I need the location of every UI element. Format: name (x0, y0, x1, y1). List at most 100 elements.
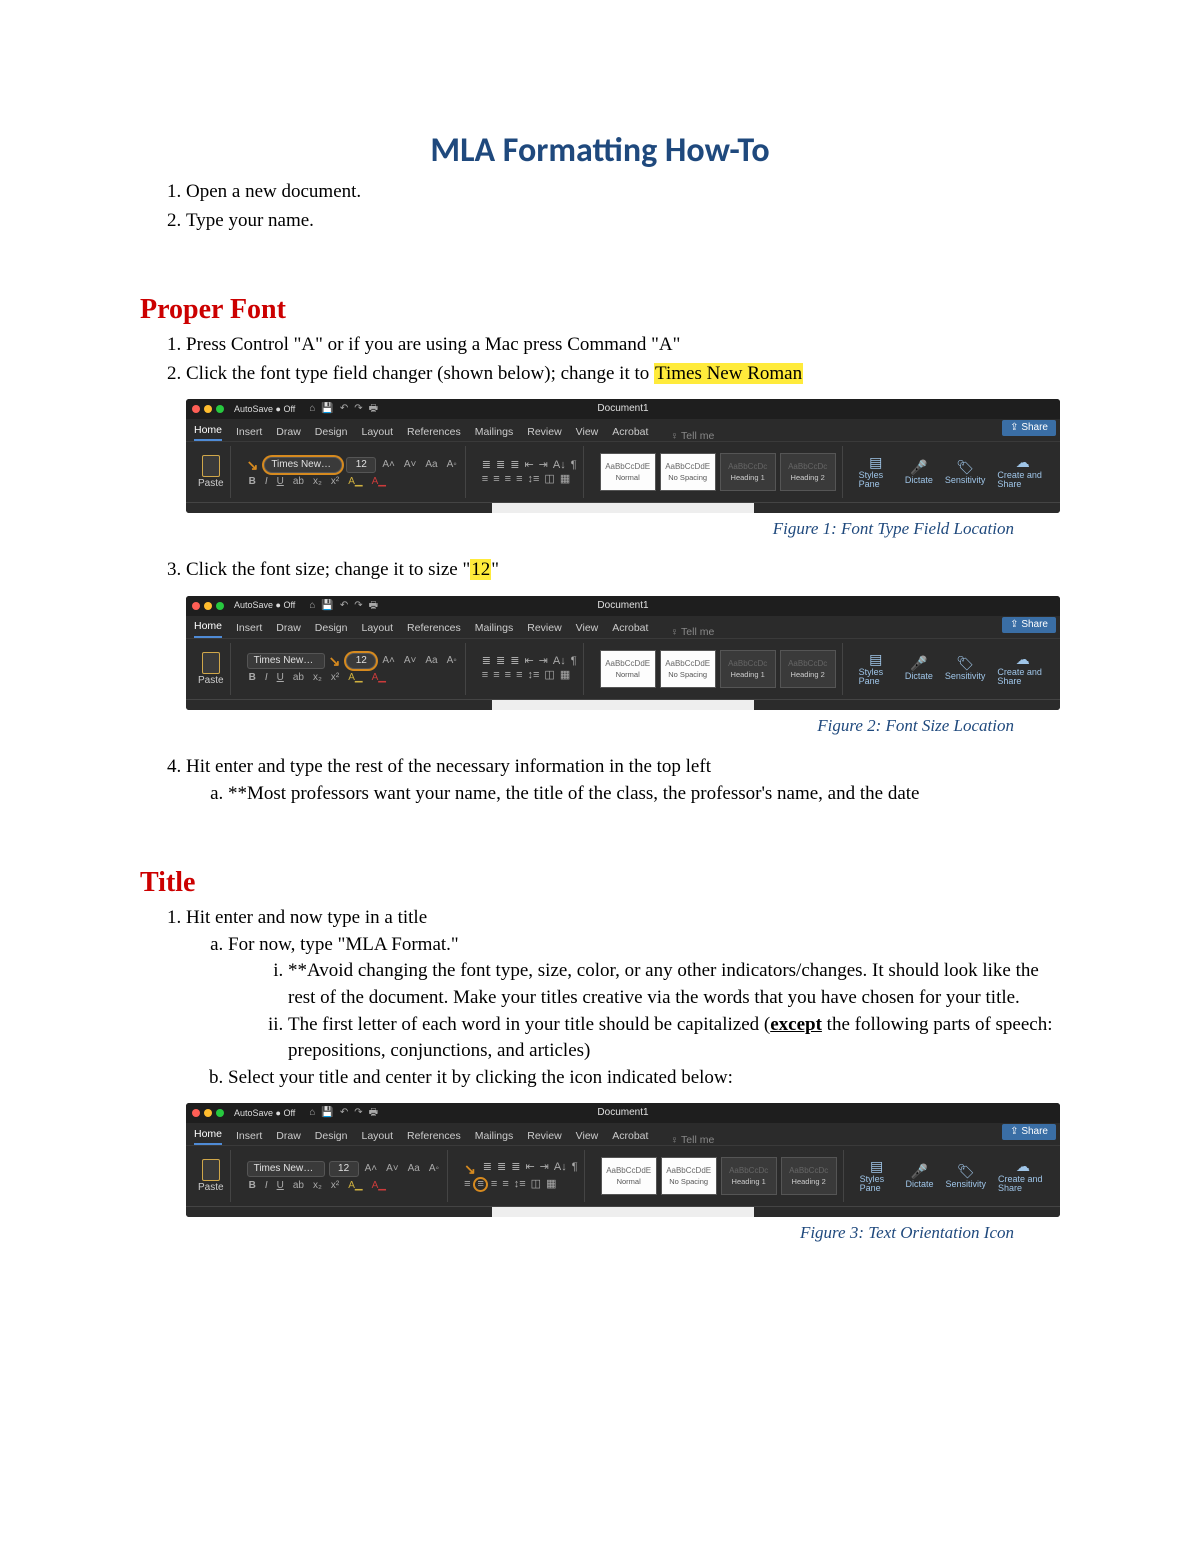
tab-view[interactable]: View (576, 623, 599, 638)
change-case-icon[interactable]: Aa (406, 1163, 422, 1175)
tell-me[interactable]: ♀ Tell me (670, 627, 714, 638)
dictate-button[interactable]: 🎤Dictate (905, 460, 933, 485)
tab-mailings[interactable]: Mailings (475, 427, 514, 442)
sensitivity-button[interactable]: 🏷Sensitivity (945, 460, 986, 485)
justify-icon[interactable]: ≡ (502, 1179, 508, 1190)
indent-left-icon[interactable]: ⇤ (524, 460, 533, 471)
underline-icon[interactable]: U (275, 476, 286, 488)
tell-me[interactable]: ♀ Tell me (670, 1135, 714, 1146)
print-icon[interactable]: 🖶 (369, 601, 378, 611)
style-normal[interactable]: AaBbCcDdENormal (601, 1157, 657, 1195)
tab-mailings[interactable]: Mailings (475, 1131, 514, 1146)
highlight-color-icon[interactable]: A▁ (346, 476, 364, 488)
increase-font-icon[interactable]: A˄ (363, 1163, 380, 1175)
styles-pane-button[interactable]: ▤Styles Pane (860, 1159, 894, 1193)
underline-icon[interactable]: U (275, 1180, 286, 1192)
highlight-color-icon[interactable]: A▁ (346, 672, 364, 684)
bullet-list-icon[interactable]: ≣ (483, 1162, 492, 1176)
tab-layout[interactable]: Layout (361, 623, 393, 638)
indent-left-icon[interactable]: ⇤ (525, 1162, 534, 1176)
save-icon[interactable]: 💾 (321, 1108, 333, 1118)
autosave-toggle[interactable]: AutoSave ● Off (234, 601, 295, 610)
tab-home[interactable]: Home (194, 1129, 222, 1146)
tab-acrobat[interactable]: Acrobat (612, 427, 648, 442)
bullet-list-icon[interactable]: ≣ (482, 656, 491, 667)
style-heading-2[interactable]: AaBbCcDcHeading 2 (780, 453, 836, 491)
italic-icon[interactable]: I (263, 672, 270, 684)
sub-icon[interactable]: x₂ (311, 476, 324, 488)
align-center-icon[interactable]: ≡ (493, 670, 499, 681)
sup-icon[interactable]: x² (329, 1180, 341, 1192)
borders-icon[interactable]: ▦ (546, 1179, 556, 1190)
tab-view[interactable]: View (576, 427, 599, 442)
line-spacing-icon[interactable]: ↕≡ (514, 1179, 526, 1190)
create-share-button[interactable]: ☁Create and Share (997, 455, 1048, 489)
font-color-icon[interactable]: A▁ (370, 672, 388, 684)
clear-formatting-icon[interactable]: A◦ (427, 1163, 441, 1175)
tab-design[interactable]: Design (315, 1131, 348, 1146)
tab-draw[interactable]: Draw (276, 427, 301, 442)
styles-pane-button[interactable]: ▤Styles Pane (859, 652, 893, 686)
highlight-color-icon[interactable]: A▁ (346, 1180, 364, 1192)
multilevel-list-icon[interactable]: ≣ (510, 656, 519, 667)
tab-view[interactable]: View (576, 1131, 599, 1146)
paragraph-mark-icon[interactable]: ¶ (571, 656, 577, 667)
font-size-field[interactable]: 12 (329, 1161, 359, 1177)
style-heading-1[interactable]: AaBbCcDcHeading 1 (721, 1157, 777, 1195)
italic-icon[interactable]: I (263, 476, 270, 488)
tab-references[interactable]: References (407, 427, 461, 442)
home-icon[interactable]: ⌂ (309, 404, 315, 414)
sub-icon[interactable]: x₂ (311, 672, 324, 684)
strike-icon[interactable]: ab (291, 672, 306, 684)
bold-icon[interactable]: B (247, 476, 258, 488)
sensitivity-button[interactable]: 🏷Sensitivity (945, 1164, 986, 1189)
sup-icon[interactable]: x² (329, 672, 341, 684)
paste-button[interactable]: Paste (198, 652, 224, 686)
tab-home[interactable]: Home (194, 425, 222, 442)
decrease-font-icon[interactable]: A˅ (384, 1163, 401, 1175)
strike-icon[interactable]: ab (291, 476, 306, 488)
dictate-button[interactable]: 🎤Dictate (905, 1164, 933, 1189)
style-heading-2[interactable]: AaBbCcDcHeading 2 (780, 650, 836, 688)
align-left-icon[interactable]: ≡ (482, 670, 488, 681)
align-center-icon[interactable]: ≡ (493, 474, 499, 485)
font-color-icon[interactable]: A▁ (370, 476, 388, 488)
sub-icon[interactable]: x₂ (311, 1180, 324, 1192)
bold-icon[interactable]: B (247, 672, 258, 684)
decrease-font-icon[interactable]: A˅ (402, 459, 419, 471)
strike-icon[interactable]: ab (291, 1180, 306, 1192)
style-no-spacing[interactable]: AaBbCcDdENo Spacing (660, 453, 716, 491)
align-right-icon[interactable]: ≡ (505, 670, 511, 681)
multilevel-list-icon[interactable]: ≣ (511, 1162, 520, 1176)
clear-formatting-icon[interactable]: A◦ (445, 655, 459, 667)
line-spacing-icon[interactable]: ↕≡ (527, 670, 539, 681)
undo-icon[interactable]: ↶ (340, 1108, 348, 1118)
undo-icon[interactable]: ↶ (340, 601, 348, 611)
window-controls[interactable] (192, 602, 224, 610)
shading-icon[interactable]: ◫ (531, 1179, 541, 1190)
tab-draw[interactable]: Draw (276, 623, 301, 638)
paste-button[interactable]: Paste (198, 455, 224, 489)
shading-icon[interactable]: ◫ (544, 474, 554, 485)
font-size-controls[interactable]: A˄ A˅ Aa A◦ (363, 1163, 441, 1175)
decrease-font-icon[interactable]: A˅ (402, 655, 419, 667)
indent-right-icon[interactable]: ⇥ (539, 460, 548, 471)
number-list-icon[interactable]: ≣ (496, 460, 505, 471)
sort-icon[interactable]: A↓ (553, 656, 566, 667)
tab-mailings[interactable]: Mailings (475, 623, 514, 638)
autosave-toggle[interactable]: AutoSave ● Off (234, 405, 295, 414)
style-heading-1[interactable]: AaBbCcDcHeading 1 (720, 650, 776, 688)
create-share-button[interactable]: ☁Create and Share (997, 652, 1048, 686)
paste-button[interactable]: Paste (198, 1159, 224, 1193)
print-icon[interactable]: 🖶 (369, 1108, 378, 1118)
sensitivity-button[interactable]: 🏷Sensitivity (945, 656, 986, 681)
paragraph-mark-icon[interactable]: ¶ (572, 1162, 578, 1176)
share-button[interactable]: ⇪ Share (1002, 420, 1056, 436)
tab-insert[interactable]: Insert (236, 623, 262, 638)
print-icon[interactable]: 🖶 (369, 404, 378, 414)
style-no-spacing[interactable]: AaBbCcDdENo Spacing (661, 1157, 717, 1195)
quick-access-icons[interactable]: ⌂💾↶↷🖶 (309, 601, 378, 611)
line-spacing-icon[interactable]: ↕≡ (527, 474, 539, 485)
tab-references[interactable]: References (407, 623, 461, 638)
italic-icon[interactable]: I (263, 1180, 270, 1192)
